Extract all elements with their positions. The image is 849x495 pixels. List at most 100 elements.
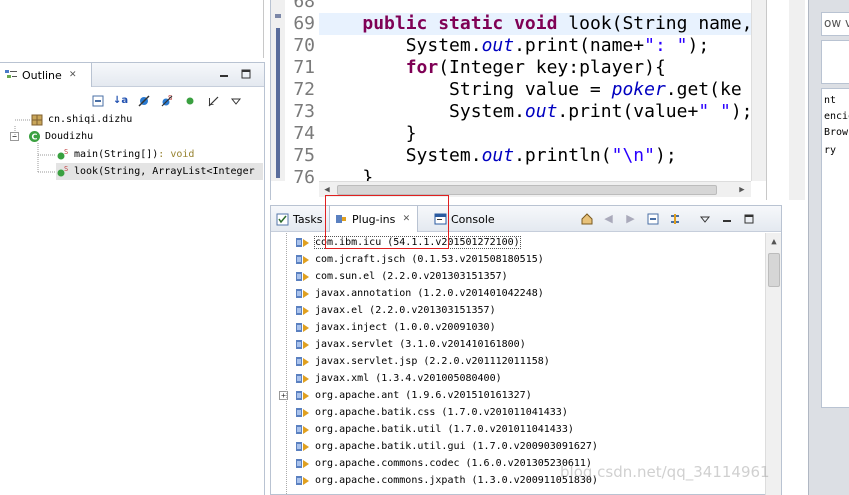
link-icon[interactable] — [667, 211, 682, 226]
plugin-icon — [295, 423, 311, 437]
plugin-label: org.apache.batik.css (1.7.0.v201011041433… — [315, 407, 568, 418]
right-panel-line: ry — [824, 145, 837, 156]
plugin-version: (2.2.0.v201112011158) — [423, 356, 550, 367]
plugin-label: javax.annotation (1.2.0.v201401042248) — [315, 288, 544, 299]
plugin-label: org.apache.commons.codec (1.6.0.v20130523… — [315, 458, 592, 469]
view-menu-icon[interactable] — [228, 93, 243, 108]
hide-local-types-icon[interactable]: L — [205, 93, 220, 108]
plugin-label: org.apache.commons.jxpath (1.3.0.v2009110… — [315, 475, 598, 486]
forward-icon[interactable]: ▶ — [623, 211, 638, 226]
plugin-row[interactable]: com.jcraft.jsch (0.1.53.v201508180515) — [271, 251, 767, 268]
plugin-row[interactable]: javax.xml (1.3.4.v201005080400) — [271, 370, 767, 387]
code-line[interactable]: System.out.print(value+" "); — [319, 101, 751, 123]
plugin-list-scrollbar[interactable]: ▲ — [765, 233, 781, 495]
editor-horizontal-scrollbar[interactable]: ◀ ▶ — [319, 181, 751, 197]
code-token: .println( — [514, 145, 612, 166]
plugin-id: com.jcraft.jsch — [315, 254, 406, 265]
plugin-row[interactable]: com.sun.el (2.2.0.v201303151357) — [271, 268, 767, 285]
plugin-icon — [295, 474, 311, 488]
plugin-list: com.ibm.icu (54.1.1.v201501272100) com.jcr… — [271, 233, 767, 495]
tab-label: Plug-ins — [352, 212, 396, 226]
plugin-label: javax.servlet (3.1.0.v201410161800) — [315, 339, 526, 350]
maximize-icon[interactable] — [240, 68, 252, 80]
plugin-row[interactable]: org.apache.batik.util (1.7.0.v20101104143… — [271, 421, 767, 438]
plugin-icon — [295, 236, 311, 250]
code-token: .print(name+ — [514, 35, 645, 56]
code-token: .get(ke — [665, 79, 742, 100]
code-line[interactable]: } — [319, 123, 417, 145]
code-area[interactable]: public static void look(String name, Sys… — [319, 0, 751, 181]
plugin-icon — [295, 440, 311, 454]
minimize-icon[interactable] — [218, 68, 230, 80]
editor-vertical-scrollbar[interactable] — [751, 0, 767, 181]
plugin-id: javax.servlet.jsp — [315, 356, 418, 367]
scroll-left-icon[interactable]: ◀ — [320, 183, 334, 197]
plugin-label: org.apache.batik.util.gui (1.7.0.v2009030… — [315, 441, 598, 452]
ruler-marker[interactable] — [276, 28, 280, 178]
scrollbar-thumb[interactable] — [337, 185, 717, 195]
sort-icon[interactable]: ↓a — [113, 93, 128, 108]
plugin-row[interactable]: org.apache.batik.util.gui (1.7.0.v2009030… — [271, 438, 767, 455]
code-token: " " — [698, 101, 731, 122]
code-token: out — [481, 145, 515, 166]
tree-guide-line — [286, 233, 287, 495]
minimize-icon[interactable] — [719, 211, 734, 226]
code-token: } — [405, 123, 417, 144]
plugin-label: org.apache.ant (1.9.6.v201510161327) — [315, 390, 532, 401]
right-vertical-scrollbar[interactable] — [789, 0, 805, 200]
code-line[interactable]: String value = poker.get(ke — [319, 79, 742, 101]
scroll-right-icon[interactable]: ▶ — [735, 183, 749, 197]
collapse-all-icon[interactable] — [90, 93, 105, 108]
back-icon[interactable]: ◀ — [601, 211, 616, 226]
code-token: "\n" — [611, 145, 655, 166]
plugin-id: javax.servlet — [315, 339, 394, 350]
plugin-row[interactable]: javax.inject (1.0.0.v20091030) — [271, 319, 767, 336]
plugin-row[interactable]: javax.el (2.2.0.v201303151357) — [271, 302, 767, 319]
plugin-icon — [295, 355, 311, 369]
plugin-id: javax.el — [315, 305, 364, 316]
plugin-icon — [295, 287, 311, 301]
code-line[interactable]: System.out.print(name+": "); — [319, 35, 709, 57]
plugin-row[interactable]: org.apache.batik.css (1.7.0.v201011041433… — [271, 404, 767, 421]
collapse-all-icon[interactable] — [645, 211, 660, 226]
tree-item-method-look[interactable]: S look(String, ArrayList<Integer — [56, 163, 263, 180]
hide-static-icon[interactable]: S — [159, 93, 174, 108]
hide-non-public-icon[interactable] — [182, 93, 197, 108]
plugin-row[interactable]: javax.servlet (3.1.0.v201410161800) — [271, 336, 767, 353]
tab-console[interactable]: Console — [429, 206, 499, 232]
scrollbar-thumb[interactable] — [768, 253, 780, 287]
maximize-icon[interactable] — [741, 211, 756, 226]
code-token: for — [405, 57, 439, 78]
scroll-up-icon[interactable]: ▲ — [767, 235, 781, 249]
plugins-toolbar: ◀ ▶ — [579, 211, 756, 226]
code-token: (Integer key:player){ — [438, 57, 666, 78]
right-side-panel: ow v nt encie Brows ry — [808, 0, 849, 495]
close-icon[interactable]: ✕ — [399, 212, 413, 226]
code-line[interactable]: public static void look(String name, — [319, 13, 751, 35]
code-line[interactable]: for(Integer key:player){ — [319, 57, 666, 79]
tab-plug-ins[interactable]: Plug-ins ✕ — [329, 206, 419, 232]
plugin-version: (1.2.0.v201401042248) — [417, 288, 544, 299]
close-icon[interactable]: ✕ — [66, 68, 80, 82]
home-icon[interactable] — [579, 211, 594, 226]
tab-tasks[interactable]: Tasks — [271, 206, 326, 232]
code-token: out — [524, 101, 558, 122]
ruler-marker[interactable] — [275, 14, 281, 18]
hide-fields-icon[interactable] — [136, 93, 151, 108]
view-menu-icon[interactable] — [697, 211, 712, 226]
code-line[interactable]: } — [319, 167, 373, 181]
plugin-row[interactable]: javax.annotation (1.2.0.v201401042248) — [271, 285, 767, 302]
plugin-id: javax.xml — [315, 373, 370, 384]
line-number: 70 — [293, 35, 315, 56]
code-line[interactable]: System.out.println("\n"); — [319, 145, 677, 167]
plugin-row[interactable]: + org.apache.ant (1.9.6.v201510161327) — [271, 387, 767, 404]
plugin-row[interactable]: com.ibm.icu (54.1.1.v201501272100) — [271, 234, 767, 251]
plugin-version: (1.0.0.v20091030) — [393, 322, 496, 333]
tab-label: Tasks — [293, 212, 323, 226]
plugin-row[interactable]: javax.servlet.jsp (2.2.0.v201112011158) — [271, 353, 767, 370]
tree-item-method-main[interactable]: S main(String[]) : void — [56, 146, 194, 163]
watermark: blog.csdn.net/qq_34114961 — [560, 463, 770, 481]
